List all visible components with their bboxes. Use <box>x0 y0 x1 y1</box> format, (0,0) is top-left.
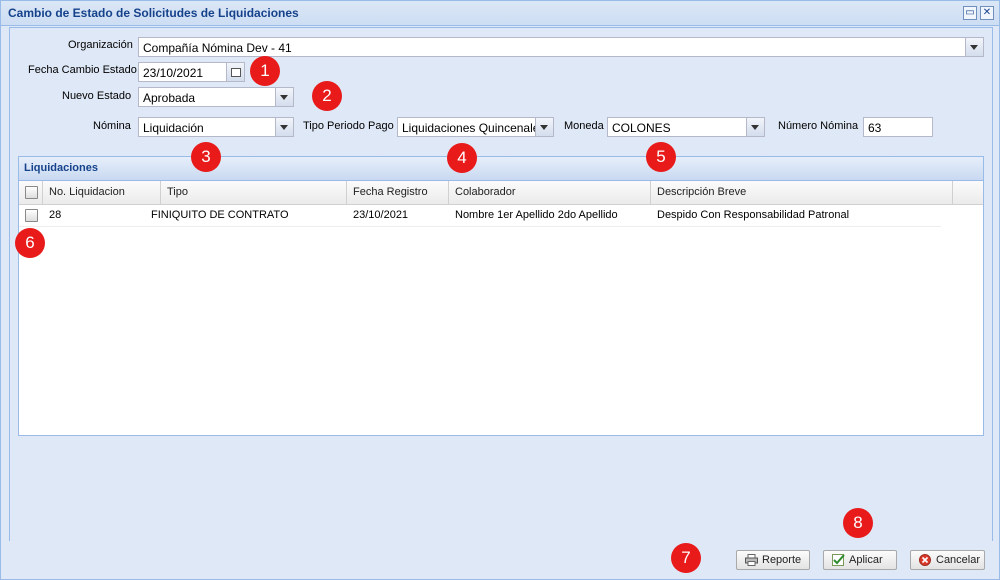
chevron-down-icon[interactable] <box>965 38 983 56</box>
nomina-value: Liquidación <box>143 121 204 135</box>
window-title: Cambio de Estado de Solicitudes de Liqui… <box>8 6 299 20</box>
annotation-badge-6: 6 <box>15 228 45 258</box>
cancel-icon <box>919 554 931 566</box>
cancelar-label: Cancelar <box>936 554 981 566</box>
column-headers: No. Liquidacion Tipo Fecha Registro Cola… <box>19 181 983 205</box>
column-label: Fecha Registro <box>353 186 428 198</box>
close-icon[interactable]: ✕ <box>980 6 994 20</box>
tipo-periodo-combo[interactable]: Liquidaciones Quincenales <box>397 117 554 137</box>
table-row[interactable]: 28 FINIQUITO DE CONTRATO 23/10/2021 Nomb… <box>19 205 941 227</box>
reporte-label: Reporte <box>762 554 802 566</box>
grid-title: Liquidaciones <box>24 162 98 174</box>
chevron-down-icon[interactable] <box>535 118 553 136</box>
aplicar-button[interactable]: Aplicar <box>823 550 897 570</box>
tipo-periodo-value: Liquidaciones Quincenales <box>402 121 546 135</box>
moneda-value: COLONES <box>612 121 671 135</box>
numero-nomina-field[interactable]: 63 <box>863 117 933 137</box>
cell-descripcion: Despido Con Responsabilidad Patronal <box>657 209 850 221</box>
select-all-column <box>19 181 43 204</box>
calendar-icon[interactable] <box>226 63 244 81</box>
nuevo-estado-value: Aprobada <box>143 91 196 105</box>
column-label: No. Liquidacion <box>49 186 125 198</box>
reporte-button[interactable]: Reporte <box>736 550 810 570</box>
select-all-checkbox[interactable] <box>25 186 38 199</box>
chevron-down-icon[interactable] <box>275 118 293 136</box>
nomina-label: Nómina <box>93 120 131 132</box>
cell-no: 28 <box>49 209 62 221</box>
annotation-badge-3: 3 <box>191 142 221 172</box>
fecha-label: Fecha Cambio Estado <box>28 64 137 76</box>
column-fecha-registro[interactable]: Fecha Registro <box>347 181 449 204</box>
annotation-badge-4: 4 <box>447 143 477 173</box>
annotation-badge-2: 2 <box>312 81 342 111</box>
tipo-periodo-label: Tipo Periodo Pago <box>303 120 394 132</box>
title-bar: Cambio de Estado de Solicitudes de Liqui… <box>1 1 999 26</box>
annotation-badge-8: 8 <box>843 508 873 538</box>
printer-icon <box>745 554 758 566</box>
liquidaciones-grid: Liquidaciones No. Liquidacion Tipo Fecha… <box>18 156 984 436</box>
chevron-down-icon[interactable] <box>746 118 764 136</box>
column-label: Descripción Breve <box>657 186 747 198</box>
footer-toolbar: Reporte Aplicar Cancelar <box>1 541 999 579</box>
nuevo-estado-label: Nuevo Estado <box>62 90 132 102</box>
annotation-badge-5: 5 <box>646 142 676 172</box>
fecha-value: 23/10/2021 <box>143 66 204 80</box>
check-icon <box>832 554 845 566</box>
annotation-badge-7: 7 <box>671 543 701 573</box>
grid-header: Liquidaciones <box>19 157 983 181</box>
row-checkbox[interactable] <box>25 209 38 222</box>
annotation-badge-1: 1 <box>250 56 280 86</box>
numero-nomina-value: 63 <box>868 121 882 135</box>
column-tipo[interactable]: Tipo <box>161 181 347 204</box>
organizacion-label: Organización <box>68 39 133 51</box>
column-label: Colaborador <box>455 186 516 198</box>
column-colaborador[interactable]: Colaborador <box>449 181 651 204</box>
fecha-field[interactable]: 23/10/2021 <box>138 62 245 82</box>
chevron-down-icon[interactable] <box>275 88 293 106</box>
cell-tipo: FINIQUITO DE CONTRATO <box>151 209 289 221</box>
window: Cambio de Estado de Solicitudes de Liqui… <box>0 0 1000 580</box>
column-no-liquidacion[interactable]: No. Liquidacion <box>43 181 161 204</box>
organizacion-value: Compañía Nómina Dev - 41 <box>143 41 292 55</box>
moneda-label: Moneda <box>564 120 604 132</box>
aplicar-label: Aplicar <box>849 554 883 566</box>
organizacion-combo[interactable]: Compañía Nómina Dev - 41 <box>138 37 984 57</box>
cell-colaborador: Nombre 1er Apellido 2do Apellido <box>455 209 618 221</box>
moneda-combo[interactable]: COLONES <box>607 117 765 137</box>
column-label: Tipo <box>167 186 188 198</box>
maximize-icon[interactable]: ▭ <box>963 6 977 20</box>
nomina-combo[interactable]: Liquidación <box>138 117 294 137</box>
numero-nomina-label: Número Nómina <box>778 120 859 132</box>
cell-fecha: 23/10/2021 <box>353 209 409 221</box>
cancelar-button[interactable]: Cancelar <box>910 550 985 570</box>
column-descripcion[interactable]: Descripción Breve <box>651 181 953 204</box>
nuevo-estado-combo[interactable]: Aprobada <box>138 87 294 107</box>
